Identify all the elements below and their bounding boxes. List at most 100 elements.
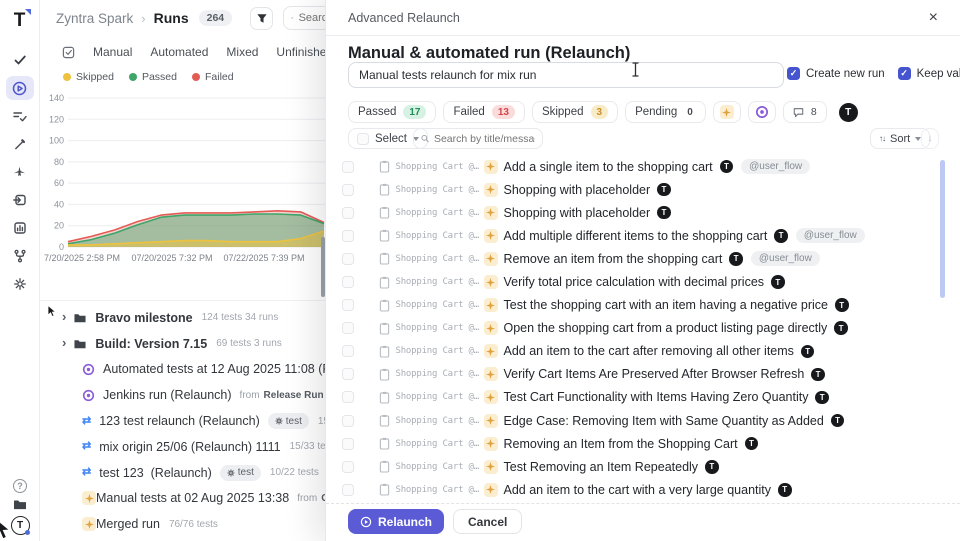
user-avatar[interactable]: T — [11, 516, 30, 535]
legend-item[interactable]: Failed — [192, 71, 234, 83]
test-result-row[interactable]: Shopping Cart @… Test Cart Functionality… — [342, 386, 942, 409]
runs-tab[interactable]: Mixed — [226, 45, 258, 59]
test-title: Shopping with placeholder — [504, 183, 651, 197]
keep-values-label: Keep values — [917, 68, 960, 80]
test-status-icon — [360, 484, 373, 497]
test-title: Edge Case: Removing Item with Same Quant… — [504, 414, 824, 428]
runs-tab[interactable]: Manual — [93, 45, 132, 59]
sort-direction-button[interactable]: ↓ — [921, 128, 939, 149]
legend-item[interactable]: Passed — [129, 71, 177, 83]
row-checkbox[interactable] — [342, 322, 354, 334]
breadcrumb-section[interactable]: Runs — [154, 10, 189, 26]
create-new-run-checkbox[interactable]: Create new run — [787, 67, 885, 80]
run-title: Merged run — [96, 517, 160, 531]
list-scrollbar[interactable] — [940, 160, 945, 298]
run-from-source: Release Run 1.0 — [264, 390, 334, 401]
settings-icon[interactable] — [6, 272, 34, 296]
test-result-row[interactable]: Shopping Cart @… Add an item to the cart… — [342, 478, 942, 501]
status-filter-chip[interactable]: Skipped 3 — [532, 101, 618, 123]
run-tree-item[interactable]: › ⇄ test 123 (Relaunch) test — [40, 460, 334, 486]
reports-icon[interactable] — [6, 216, 34, 240]
close-icon[interactable]: × — [929, 10, 938, 26]
keep-values-checkbox[interactable]: Keep values ? — [898, 67, 960, 80]
breadcrumb-separator: › — [141, 11, 145, 26]
test-result-row[interactable]: Shopping Cart @… Verify total price calc… — [342, 270, 942, 293]
test-result-row[interactable]: Shopping Cart @… Add multiple different … — [342, 224, 942, 247]
row-checkbox[interactable] — [342, 207, 354, 219]
row-checkbox[interactable] — [342, 368, 354, 380]
chevron-right-icon[interactable]: › — [62, 335, 66, 350]
comments-filter-chip[interactable]: 8 — [783, 101, 827, 123]
row-checkbox[interactable] — [342, 184, 354, 196]
topbar: Zyntra Spark › Runs 264 × — [40, 0, 371, 36]
cancel-button[interactable]: Cancel — [453, 509, 522, 534]
list-search[interactable] — [413, 128, 543, 149]
run-tree-item[interactable]: › ⇄ Merged run 76/76 tests — [40, 511, 334, 537]
manual-filter-chip[interactable] — [713, 101, 741, 123]
legend-item[interactable]: Skipped — [63, 71, 114, 83]
branches-icon[interactable] — [6, 244, 34, 268]
row-checkbox[interactable] — [342, 461, 354, 473]
relaunch-button[interactable]: Relaunch — [348, 509, 444, 534]
assignee-avatar: T — [831, 414, 845, 428]
test-result-row[interactable]: Shopping Cart @… Shopping with placehold… — [342, 178, 942, 201]
automated-filter-chip[interactable] — [748, 101, 776, 123]
run-name-input[interactable] — [348, 62, 784, 88]
app-logo[interactable]: T — [8, 8, 32, 32]
test-result-row[interactable]: Shopping Cart @… Verify Cart Items Are P… — [342, 363, 942, 386]
imports-icon[interactable] — [6, 188, 34, 212]
row-checkbox[interactable] — [342, 230, 354, 242]
run-tree-item[interactable]: › ⇄ Automated tests at 12 Aug 2025 11:08… — [40, 357, 334, 383]
list-search-input[interactable] — [434, 133, 535, 145]
filter-button[interactable] — [250, 7, 273, 30]
select-runs-icon[interactable] — [62, 46, 75, 59]
run-tree-item[interactable]: › ⇄ Jenkins run (Relaunch) from Release … — [40, 382, 334, 408]
row-checkbox[interactable] — [342, 391, 354, 403]
help-icon[interactable]: ? — [13, 479, 27, 493]
svg-text:40: 40 — [54, 199, 64, 209]
row-checkbox[interactable] — [342, 276, 354, 288]
test-result-row[interactable]: Shopping Cart @… Test the shopping cart … — [342, 294, 942, 317]
row-checkbox[interactable] — [342, 438, 354, 450]
test-plans-icon[interactable] — [6, 104, 34, 128]
test-result-row[interactable]: Shopping Cart @… Removing an Item from t… — [342, 432, 942, 455]
test-result-row[interactable]: Shopping Cart @… Add a single item to th… — [342, 155, 942, 178]
run-tree-item[interactable]: › ⇄ mix origin 25/06 (Relaunch) 1111 15/… — [40, 434, 334, 460]
run-status-icon — [62, 492, 75, 505]
tests-icon[interactable] — [6, 48, 34, 72]
svg-text:80: 80 — [54, 157, 64, 167]
row-checkbox[interactable] — [342, 299, 354, 311]
projects-folder-icon[interactable] — [12, 498, 28, 511]
row-checkbox[interactable] — [342, 345, 354, 357]
status-filter-chip[interactable]: Pending 0 — [625, 101, 706, 123]
runs-tab[interactable]: Automated — [150, 45, 208, 59]
test-result-row[interactable]: Shopping Cart @… Remove an item from the… — [342, 247, 942, 270]
test-result-row[interactable]: Shopping Cart @… Edge Case: Removing Ite… — [342, 409, 942, 432]
test-result-row[interactable]: Shopping Cart @… Add an item to the cart… — [342, 340, 942, 363]
test-result-row[interactable]: Shopping Cart @… Open the shopping cart … — [342, 317, 942, 340]
row-checkbox[interactable] — [342, 161, 354, 173]
test-title: Test Cart Functionality with Items Havin… — [504, 390, 809, 404]
row-checkbox[interactable] — [342, 415, 354, 427]
folder-icon — [73, 312, 87, 324]
edit-icon[interactable] — [6, 132, 34, 156]
chevron-right-icon[interactable]: › — [62, 309, 66, 324]
run-tree-item[interactable]: › ⇄ Bravo milestone 124 tests 34 runs — [40, 305, 334, 331]
test-result-row[interactable]: Shopping Cart @… Shopping with placehold… — [342, 201, 942, 224]
author-avatar-chip[interactable]: T — [839, 103, 858, 122]
run-tree-item[interactable]: › ⇄ 123 test relaunch (Relaunch) test — [40, 408, 334, 434]
row-checkbox[interactable] — [342, 253, 354, 265]
status-filter-chip[interactable]: Passed 17 — [348, 101, 436, 123]
legend-dot — [129, 73, 137, 81]
test-result-row[interactable]: Shopping Cart @… Test Removing an Item R… — [342, 455, 942, 478]
run-meta: 69 tests 3 runs — [216, 338, 282, 349]
launches-icon[interactable] — [6, 160, 34, 184]
status-filter-chip[interactable]: Failed 13 — [443, 101, 524, 123]
row-checkbox[interactable] — [342, 484, 354, 496]
runs-icon[interactable] — [6, 76, 34, 100]
advanced-relaunch-modal: Advanced Relaunch × Manual & automated r… — [325, 0, 960, 541]
chip-label: Passed — [358, 106, 396, 118]
run-tree-item[interactable]: › ⇄ Build: Version 7.15 69 tests 3 runs — [40, 331, 334, 357]
breadcrumb-project[interactable]: Zyntra Spark — [56, 11, 133, 26]
run-tree-item[interactable]: › ⇄ Manual tests at 02 Aug 2025 13:38 fr… — [40, 486, 334, 512]
